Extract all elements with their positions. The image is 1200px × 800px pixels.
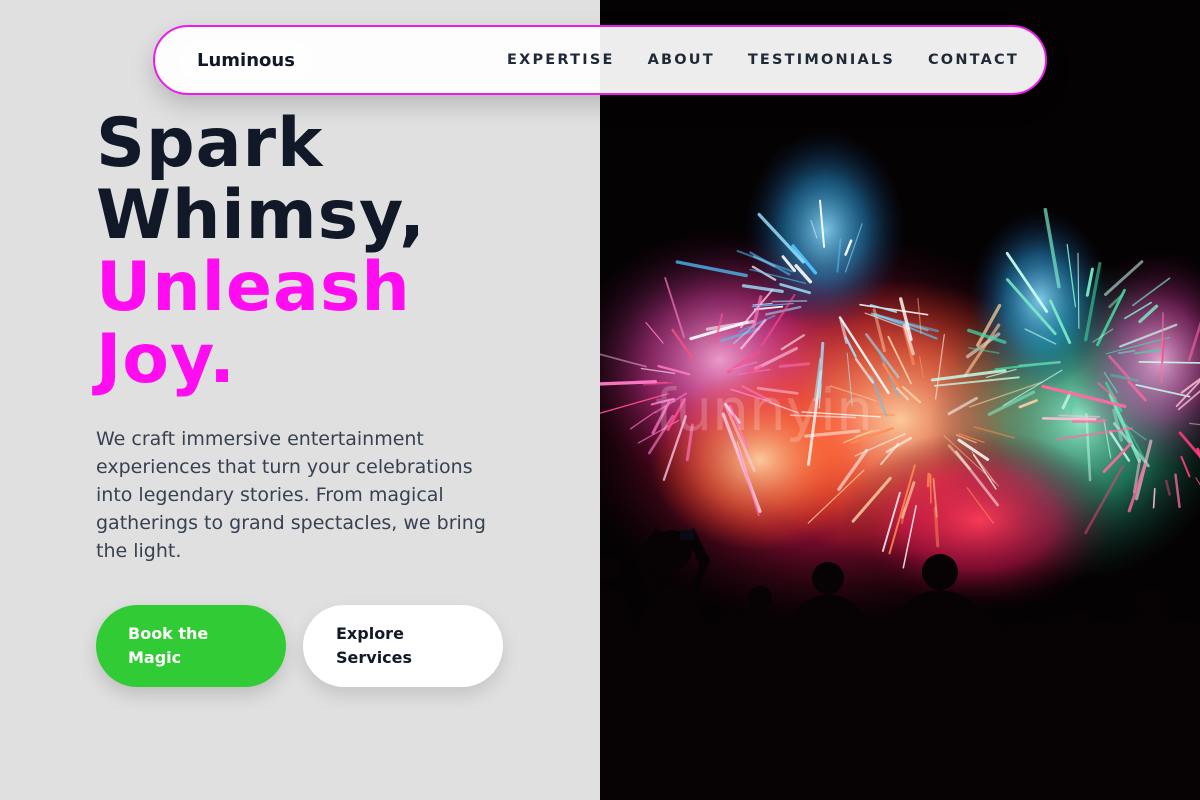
nav-link-testimonials[interactable]: TESTIMONIALS [748, 52, 895, 68]
firework-spark [926, 472, 931, 488]
firework-spark [1041, 417, 1097, 421]
nav-link-contact[interactable]: CONTACT [928, 52, 1019, 68]
explore-services-label: Explore Services [336, 624, 413, 667]
headline-accent-line-2: Joy. [96, 320, 236, 399]
navbar: Luminous EXPERTISE ABOUT TESTIMONIALS CO… [153, 25, 1047, 95]
nav-links: EXPERTISE ABOUT TESTIMONIALS CONTACT [507, 52, 1019, 68]
explore-services-button[interactable]: Explore Services [303, 605, 503, 687]
book-the-magic-button[interactable]: Book the Magic [96, 605, 286, 687]
brand-logo[interactable]: Luminous [179, 41, 313, 79]
headline-line-2: Whimsy, [96, 176, 426, 255]
book-the-magic-label: Book the Magic [128, 624, 209, 667]
hero-headline: Spark Whimsy, Unleash Joy. [96, 108, 576, 396]
hero-description: We craft immersive entertainment experie… [96, 428, 486, 562]
image-watermark: funnyin [655, 376, 873, 444]
headline-accent-line-1: Unleash [96, 248, 411, 327]
fireworks-crowd-image: funnyin [600, 0, 1200, 800]
nav-link-about[interactable]: ABOUT [648, 52, 715, 68]
nav-link-expertise[interactable]: EXPERTISE [507, 52, 615, 68]
headline-line-1: Spark [96, 104, 324, 183]
